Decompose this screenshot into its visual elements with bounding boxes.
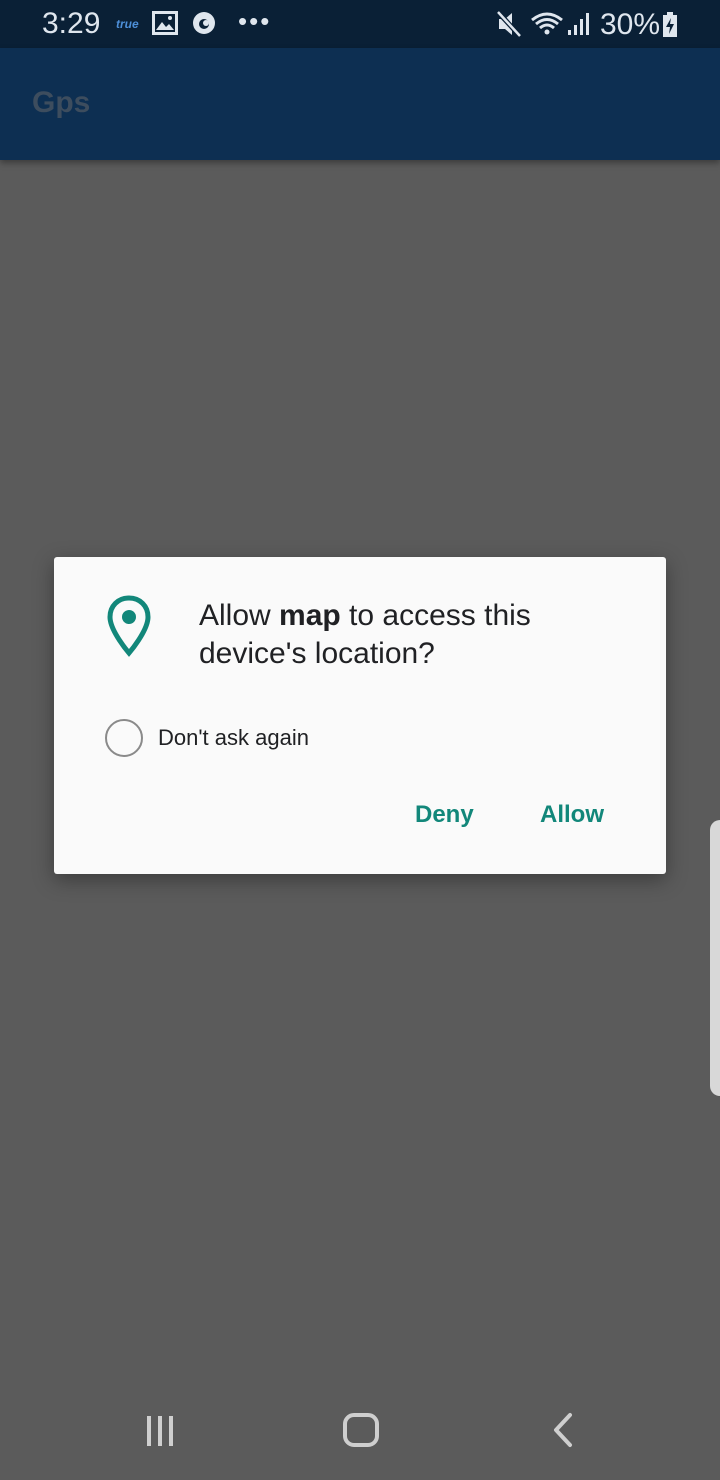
back-icon[interactable] <box>544 1408 584 1457</box>
dont-ask-again-option[interactable]: Don't ask again <box>105 718 309 758</box>
vodafone-icon <box>192 11 216 40</box>
signal-icon <box>566 12 592 41</box>
dont-ask-again-checkbox[interactable] <box>105 719 143 757</box>
carrier-logo: true <box>116 17 139 31</box>
app-title: Gps <box>32 86 91 119</box>
wifi-icon <box>530 12 564 41</box>
allow-button[interactable]: Allow <box>540 801 604 829</box>
message-prefix: Allow <box>199 599 280 632</box>
home-icon[interactable] <box>340 1408 382 1457</box>
image-icon <box>152 11 178 40</box>
more-notifications-icon: ••• <box>238 6 272 36</box>
status-bar: 3:29 true ••• 30% <box>0 0 720 48</box>
app-bar: Gps <box>0 48 720 160</box>
dont-ask-again-label: Don't ask again <box>158 725 309 750</box>
app-name: map <box>279 599 341 632</box>
navigation-bar <box>0 1384 720 1480</box>
battery-charging-icon <box>662 12 678 43</box>
location-pin-icon <box>106 595 152 662</box>
deny-button[interactable]: Deny <box>415 801 474 829</box>
mute-icon <box>496 10 522 43</box>
screen: 3:29 true ••• 30% Gps Allow map to acces… <box>0 0 720 1480</box>
dialog-message: Allow map to access this device's locati… <box>199 597 619 673</box>
recent-apps-icon[interactable] <box>140 1408 180 1457</box>
permission-dialog: Allow map to access this device's locati… <box>54 557 666 874</box>
status-time: 3:29 <box>42 7 101 40</box>
edge-panel-handle[interactable] <box>710 820 720 1096</box>
battery-percentage: 30% <box>600 8 661 41</box>
